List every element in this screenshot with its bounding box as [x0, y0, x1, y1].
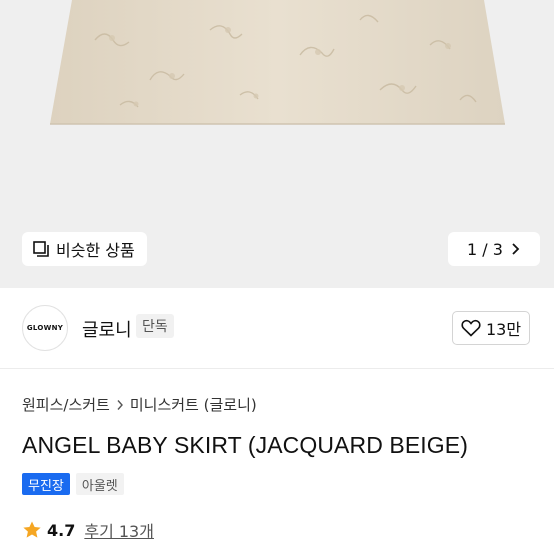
breadcrumb-item-category[interactable]: 원피스/스커트	[22, 394, 110, 415]
rating-score: 4.7	[47, 520, 76, 540]
star-icon	[23, 521, 41, 538]
product-image-gallery[interactable]: 비슷한 상품 1 / 3	[0, 0, 554, 288]
similar-products-button[interactable]: 비슷한 상품	[22, 232, 147, 266]
breadcrumb-item-subcategory[interactable]: 미니스커트 (글로니)	[130, 394, 257, 415]
brand-name[interactable]: 글로니	[82, 316, 132, 342]
brand-logo-text: GLOWNY	[26, 324, 64, 332]
like-count: 13만	[485, 320, 522, 339]
tag-mujinjang: 무진장	[22, 473, 70, 495]
section-divider	[0, 368, 554, 369]
chevron-right-icon	[117, 399, 123, 410]
heart-icon	[461, 319, 481, 337]
product-title: ANGEL BABY SKIRT (JACQUARD BEIGE)	[22, 432, 468, 458]
breadcrumb: 원피스/스커트 미니스커트 (글로니)	[22, 394, 257, 415]
tag-outlet: 아울렛	[75, 473, 124, 495]
image-pager-button[interactable]: 1 / 3	[448, 232, 540, 266]
exclusive-badge: 단독	[136, 314, 174, 338]
review-count-link[interactable]: 후기 13개	[84, 518, 154, 542]
brand-logo[interactable]: GLOWNY	[22, 305, 68, 351]
brand-like-button[interactable]: 13만	[452, 311, 530, 345]
rating-row: 4.7 후기 13개	[22, 518, 154, 542]
product-tags: 무진장 아울렛	[22, 473, 124, 495]
image-pager-text: 1 / 3	[467, 239, 503, 259]
chevron-right-icon	[512, 243, 520, 255]
similar-icon	[33, 241, 49, 257]
brand-row: GLOWNY 글로니 단독 13만	[0, 288, 554, 368]
similar-products-label: 비슷한 상품	[56, 241, 135, 260]
